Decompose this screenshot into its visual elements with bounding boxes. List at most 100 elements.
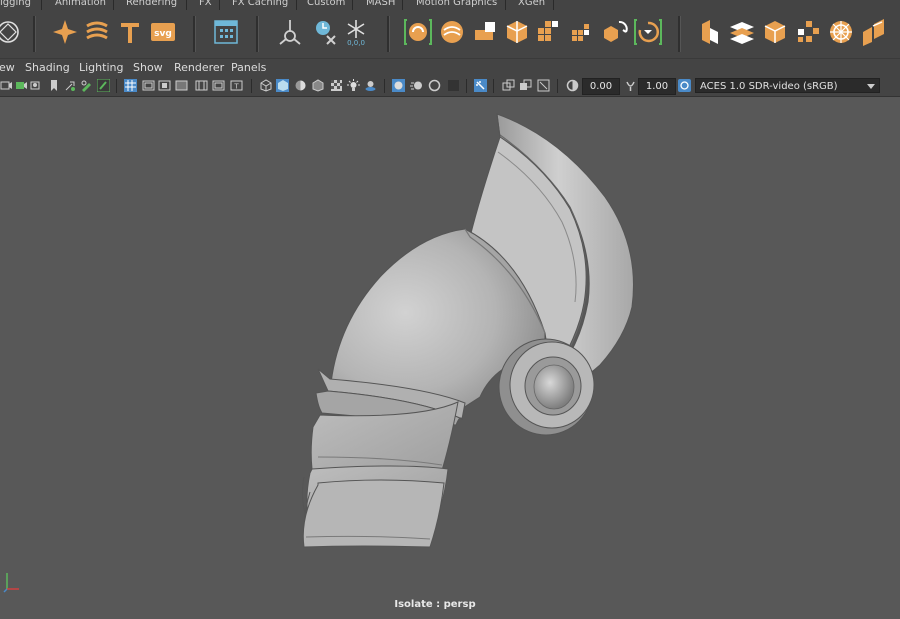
tab-separator — [352, 0, 353, 10]
orange-sliced-cube-icon[interactable] — [860, 18, 888, 46]
shelf-tab-bar: igging Animation Rendering FX FX Caching… — [0, 0, 900, 10]
grid-toggle-icon[interactable] — [124, 79, 137, 92]
orange-sphere-bracket-icon[interactable] — [404, 18, 432, 46]
xray-icon[interactable] — [502, 79, 515, 92]
orange-cube-split-icon[interactable] — [503, 18, 531, 46]
exposure-icon[interactable] — [566, 79, 579, 92]
tab-separator — [219, 0, 220, 10]
helmet-model[interactable] — [0, 97, 900, 619]
tab-xgen[interactable]: XGen — [518, 0, 545, 10]
menu-lighting[interactable]: Lighting — [79, 61, 123, 75]
multisample-aa-icon[interactable] — [428, 79, 441, 92]
menu-panels[interactable]: Panels — [231, 61, 266, 75]
select-camera-icon[interactable] — [0, 79, 13, 92]
tab-fx[interactable]: FX — [199, 0, 212, 10]
pencil-active-icon[interactable] — [97, 79, 110, 92]
orange-cubes-icon[interactable] — [471, 18, 499, 46]
snowflake-reset-icon[interactable]: 0,0,0 — [342, 18, 370, 46]
tab-rigging[interactable]: igging — [0, 0, 31, 10]
exposure-field[interactable]: 0.00 — [582, 78, 620, 95]
gate-mask-icon[interactable] — [175, 79, 188, 92]
view-transform-dropdown[interactable]: ACES 1.0 SDR-video (sRGB) — [695, 78, 880, 93]
tab-separator — [553, 0, 554, 10]
shelf-divider — [193, 16, 196, 52]
bookmark-camera-icon[interactable] — [30, 79, 43, 92]
toolbar-divider — [466, 79, 467, 93]
menu-renderer[interactable]: Renderer — [174, 61, 224, 75]
pivot-point-icon[interactable] — [276, 18, 304, 46]
smooth-shade-icon[interactable] — [276, 79, 289, 92]
isolate-select-icon[interactable] — [474, 79, 487, 92]
orange-grid-icon[interactable] — [535, 18, 563, 46]
tab-rendering[interactable]: Rendering — [126, 0, 177, 10]
resolution-gate-icon[interactable] — [158, 79, 171, 92]
timeline-clear-icon[interactable] — [311, 18, 339, 46]
menu-shading[interactable]: Shading — [25, 61, 70, 75]
tab-separator — [505, 0, 506, 10]
orange-cycle-bracket-icon[interactable] — [634, 18, 662, 46]
tab-mash[interactable]: MASH — [366, 0, 395, 10]
depth-of-field-icon[interactable] — [447, 79, 460, 92]
tab-separator — [186, 0, 187, 10]
tab-separator — [402, 0, 403, 10]
wireframe-icon[interactable] — [259, 79, 272, 92]
screen-space-ao-icon[interactable] — [392, 79, 405, 92]
toolbar-divider — [493, 79, 494, 93]
toolbar-divider — [384, 79, 385, 93]
orange-cube-cycle-icon[interactable] — [601, 18, 629, 46]
tab-separator — [296, 0, 297, 10]
default-material-icon[interactable] — [294, 79, 307, 92]
view-transform-value: ACES 1.0 SDR-video (sRGB) — [700, 81, 838, 92]
use-all-lights-icon[interactable] — [347, 79, 360, 92]
panel-toolbar: T 0.00 1.00 ACES 1.0 SDR-video (sRGB) — [0, 76, 900, 97]
color-management-icon[interactable] — [678, 79, 691, 92]
orange-wheel-icon[interactable] — [827, 18, 855, 46]
film-gate-icon[interactable] — [142, 79, 155, 92]
svg-tool-icon[interactable]: svg — [149, 18, 177, 46]
tab-motion-graphics[interactable]: Motion Graphics — [416, 0, 497, 10]
text-tool-icon[interactable] — [116, 18, 144, 46]
tab-custom[interactable]: Custom — [307, 0, 345, 10]
uv-editor-icon[interactable] — [212, 18, 240, 46]
tab-animation[interactable]: Animation — [55, 0, 106, 10]
image-plane-icon[interactable] — [48, 79, 61, 92]
textured-icon[interactable] — [330, 79, 343, 92]
orange-scatter-icon[interactable] — [794, 18, 822, 46]
create-nurbs-spark-icon[interactable] — [51, 18, 79, 46]
orange-cube-stack-icon[interactable] — [696, 18, 724, 46]
view-axis-gizmo — [3, 573, 19, 593]
shadows-icon[interactable] — [364, 79, 377, 92]
toolbar-divider — [251, 79, 252, 93]
svg-text:svg: svg — [154, 29, 172, 39]
2d-pan-zoom-icon[interactable] — [64, 79, 77, 92]
panel-menu-bar: ew Shading Lighting Show Renderer Panels — [0, 59, 900, 76]
safe-title-icon[interactable]: T — [230, 79, 243, 92]
menu-view[interactable]: ew — [0, 61, 15, 75]
orange-sphere-icon[interactable] — [438, 18, 466, 46]
wireframe-on-shaded-icon[interactable] — [311, 79, 324, 92]
svg-text:0,0,0: 0,0,0 — [347, 39, 365, 46]
perspective-viewport[interactable]: Isolate : persp — [0, 97, 900, 619]
shelf: svg 0,0,0 — [0, 10, 900, 59]
xray-joints-icon[interactable] — [519, 79, 532, 92]
camera-attributes-icon[interactable] — [15, 79, 28, 92]
field-chart-icon[interactable] — [195, 79, 208, 92]
motion-blur-icon[interactable] — [410, 79, 423, 92]
xray-active-components-icon[interactable] — [537, 79, 550, 92]
svg-text:T: T — [233, 83, 239, 91]
chevron-down-icon — [867, 84, 875, 89]
orange-cube-icon[interactable] — [761, 18, 789, 46]
gamma-field[interactable]: 1.00 — [638, 78, 676, 95]
orange-grid-small-icon[interactable] — [568, 18, 596, 46]
tab-fx-caching[interactable]: FX Caching — [232, 0, 288, 10]
polygon-sphere-icon[interactable] — [0, 18, 22, 46]
menu-show[interactable]: Show — [133, 61, 163, 75]
shelf-divider — [33, 16, 36, 52]
shelf-divider — [387, 16, 390, 52]
sweep-mesh-icon[interactable] — [83, 18, 111, 46]
orange-layers-icon[interactable] — [728, 18, 756, 46]
safe-action-icon[interactable] — [212, 79, 225, 92]
gamma-icon[interactable] — [624, 79, 637, 92]
grease-pencil-icon[interactable] — [80, 79, 93, 92]
tab-separator — [41, 0, 42, 10]
